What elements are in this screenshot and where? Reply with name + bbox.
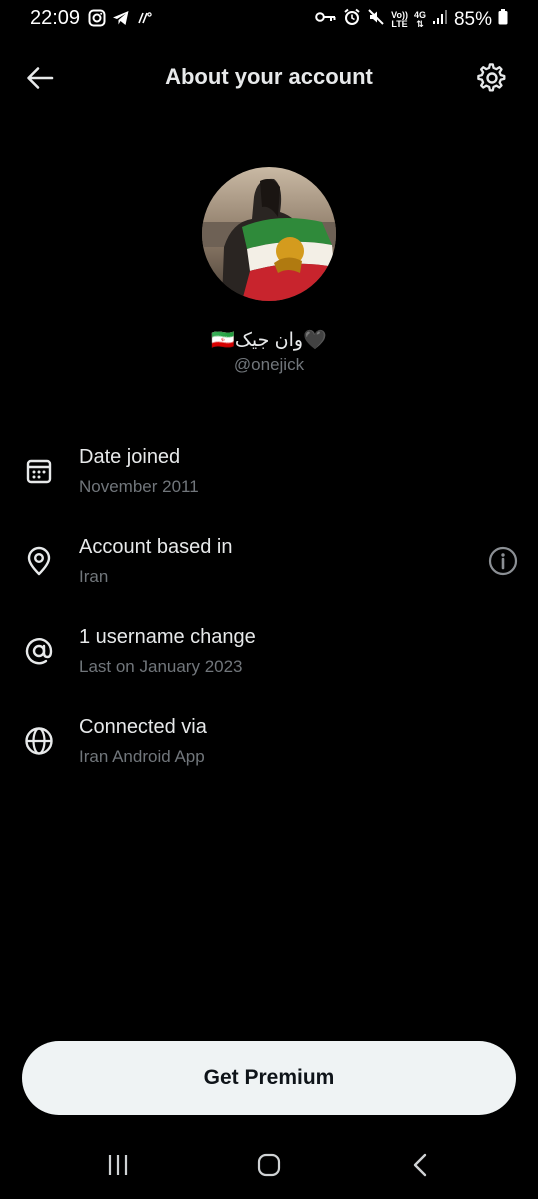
at-sign-icon: [22, 634, 56, 668]
data-arrows: ⇅: [416, 18, 424, 29]
info-subtitle: Iran Android App: [79, 747, 205, 766]
battery-icon: [498, 9, 508, 30]
display-name: 🇮🇷وان جیک🖤: [211, 330, 327, 351]
battery-text: 85%: [453, 8, 492, 30]
recent-apps-button[interactable]: [98, 1150, 138, 1184]
status-right-icons: Vo)) LTE 4G ⇅ 85%: [315, 8, 508, 31]
volte-icon: Vo)) LTE: [391, 10, 408, 29]
info-account-based-in: Account based in Iran: [0, 530, 538, 620]
info-icon[interactable]: [486, 544, 520, 578]
page-title: About your account: [165, 64, 373, 89]
signal-icon: [432, 9, 448, 30]
info-subtitle: Iran: [79, 567, 109, 586]
home-button[interactable]: [249, 1150, 289, 1184]
info-subtitle: November 2011: [79, 477, 199, 496]
nav-back-button[interactable]: [400, 1150, 440, 1184]
gear-icon: [477, 62, 507, 98]
info-title: 1 username change: [79, 626, 256, 648]
info-title: Date joined: [79, 446, 181, 468]
avatar[interactable]: [202, 167, 336, 301]
volte-line2: LTE: [391, 18, 408, 29]
info-date-joined: Date joined November 2011: [0, 440, 538, 530]
location-pin-icon: [22, 544, 56, 578]
status-bar: 22:09 Vo)) LTE 4G ⇅ 85%: [0, 0, 538, 38]
info-title: Connected via: [79, 716, 207, 738]
back-icon: [412, 1153, 428, 1182]
globe-icon: [22, 724, 56, 758]
account-info-list: Date joined November 2011 Account based …: [0, 440, 538, 800]
vpn-key-icon: [315, 10, 337, 29]
system-nav-bar: [0, 1140, 538, 1199]
home-icon: [257, 1153, 281, 1182]
recent-apps-icon: [106, 1154, 130, 1181]
settings-button[interactable]: [474, 62, 510, 98]
status-left-icons: [88, 9, 154, 32]
info-username-change: 1 username change Last on January 2023: [0, 620, 538, 710]
status-time: 22:09: [30, 7, 81, 29]
calendar-icon: [22, 454, 56, 488]
header: About your account: [0, 52, 538, 104]
info-connected-via: Connected via Iran Android App: [0, 710, 538, 800]
info-subtitle: Last on January 2023: [79, 657, 243, 676]
get-premium-button[interactable]: Get Premium: [22, 1041, 516, 1115]
info-title: Account based in: [79, 536, 233, 558]
alarm-icon: [343, 8, 361, 31]
mute-icon: [367, 8, 385, 31]
instagram-icon: [88, 9, 106, 32]
signal-hd-icon: [136, 9, 154, 32]
user-handle: @onejick: [233, 355, 305, 374]
telegram-icon: [112, 9, 130, 32]
4g-icon: 4G ⇅: [414, 10, 426, 29]
